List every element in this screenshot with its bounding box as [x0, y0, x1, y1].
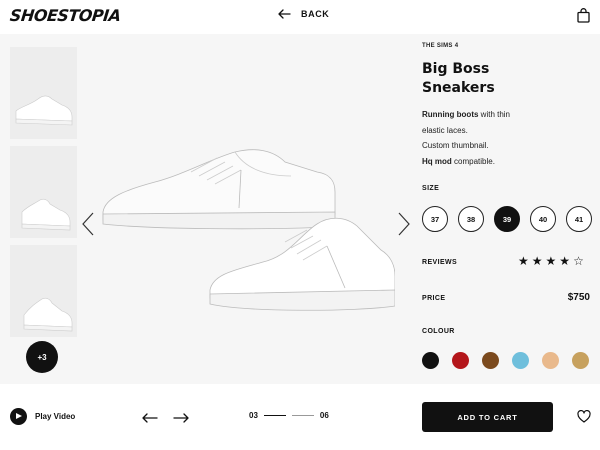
product-title-line1: Big Boss: [422, 61, 490, 77]
sneaker-thumbnail-image: [23, 297, 73, 332]
next-image-button[interactable]: [398, 212, 410, 241]
chevron-left-icon: [82, 212, 94, 236]
colour-swatch-2[interactable]: [452, 352, 469, 369]
thumbnail-list: [10, 47, 77, 344]
footer-bar: Play Video 03 06 ADD TO CART: [0, 384, 600, 450]
colour-label: COLOUR: [422, 328, 455, 335]
arrow-left-icon: [142, 413, 158, 423]
thumbnail-2[interactable]: [10, 146, 77, 238]
page-progress-filled: [263, 415, 286, 416]
star-filled-icon: ★: [545, 254, 557, 268]
product-brand: THE SIMS 4: [422, 43, 459, 49]
rating-stars[interactable]: ★ ★ ★ ★ ☆: [518, 255, 584, 267]
shopping-bag-icon: [577, 8, 590, 23]
page-current: 03: [249, 411, 258, 420]
colour-swatch-5[interactable]: [542, 352, 559, 369]
star-filled-icon: ★: [559, 254, 571, 268]
desc-line-2: elastic laces.: [422, 125, 468, 135]
back-label: BACK: [301, 9, 330, 19]
page-indicator: 03 06: [249, 411, 329, 420]
desc-rest-4: compatible.: [451, 156, 495, 166]
price-label: PRICE: [422, 295, 446, 302]
colour-swatch-3[interactable]: [482, 352, 499, 369]
add-to-cart-button[interactable]: ADD TO CART: [422, 402, 553, 432]
desc-line-3: Custom thumbnail.: [422, 141, 489, 150]
product-details: THE SIMS 4 Big Boss Sneakers Running boo…: [410, 34, 600, 384]
price-value: $750: [567, 292, 590, 303]
size-option-38[interactable]: 38: [458, 206, 484, 232]
chevron-right-icon: [398, 212, 410, 236]
colour-selector: [422, 352, 589, 369]
colour-swatch-6[interactable]: [572, 352, 589, 369]
header: SHOESTOPIA BACK: [0, 0, 600, 34]
previous-page-button[interactable]: [142, 410, 158, 428]
play-icon: [10, 408, 27, 425]
star-empty-icon: ☆: [573, 254, 584, 268]
size-option-40[interactable]: 40: [530, 206, 556, 232]
desc-bold-4: Hq mod: [422, 156, 452, 166]
size-option-37[interactable]: 37: [422, 206, 448, 232]
shopping-bag-button[interactable]: [577, 8, 590, 28]
previous-image-button[interactable]: [82, 212, 94, 241]
reviews-label: REVIEWS: [422, 259, 458, 266]
product-gallery: +3: [0, 34, 410, 384]
sneaker-thumbnail-image: [21, 198, 71, 231]
product-title-line2: Sneakers: [422, 80, 495, 96]
size-label: SIZE: [422, 185, 440, 192]
wishlist-button[interactable]: [577, 409, 591, 428]
size-option-39[interactable]: 39: [494, 206, 520, 232]
sneaker-hero-image: [102, 149, 395, 311]
star-filled-icon: ★: [531, 254, 543, 268]
sneaker-thumbnail-image: [15, 95, 73, 126]
page-progress-empty: [291, 415, 314, 416]
colour-swatch-4[interactable]: [512, 352, 529, 369]
desc-bold-1: Running boots: [422, 110, 479, 119]
size-option-41[interactable]: 41: [566, 206, 592, 232]
product-description: Running boots with thin elastic laces. C…: [422, 107, 597, 169]
arrow-right-icon: [173, 413, 189, 423]
thumbnail-3[interactable]: [10, 245, 77, 337]
colour-swatch-1[interactable]: [422, 352, 439, 369]
star-filled-icon: ★: [518, 254, 529, 268]
back-button[interactable]: BACK: [278, 9, 329, 19]
product-title: Big Boss Sneakers: [422, 60, 592, 98]
thumbnail-1[interactable]: [10, 47, 77, 139]
desc-rest-1: with thin: [478, 110, 511, 119]
logo[interactable]: SHOESTOPIA: [9, 6, 122, 25]
back-arrow-icon: [278, 9, 291, 19]
size-selector: 37 38 39 40 41: [422, 206, 592, 232]
play-video-label: Play Video: [35, 412, 76, 421]
next-page-button[interactable]: [173, 410, 189, 428]
more-thumbnails-button[interactable]: +3: [26, 341, 58, 373]
page-total: 06: [319, 411, 329, 420]
heart-icon: [577, 409, 591, 423]
play-video-button[interactable]: Play Video: [10, 408, 75, 425]
